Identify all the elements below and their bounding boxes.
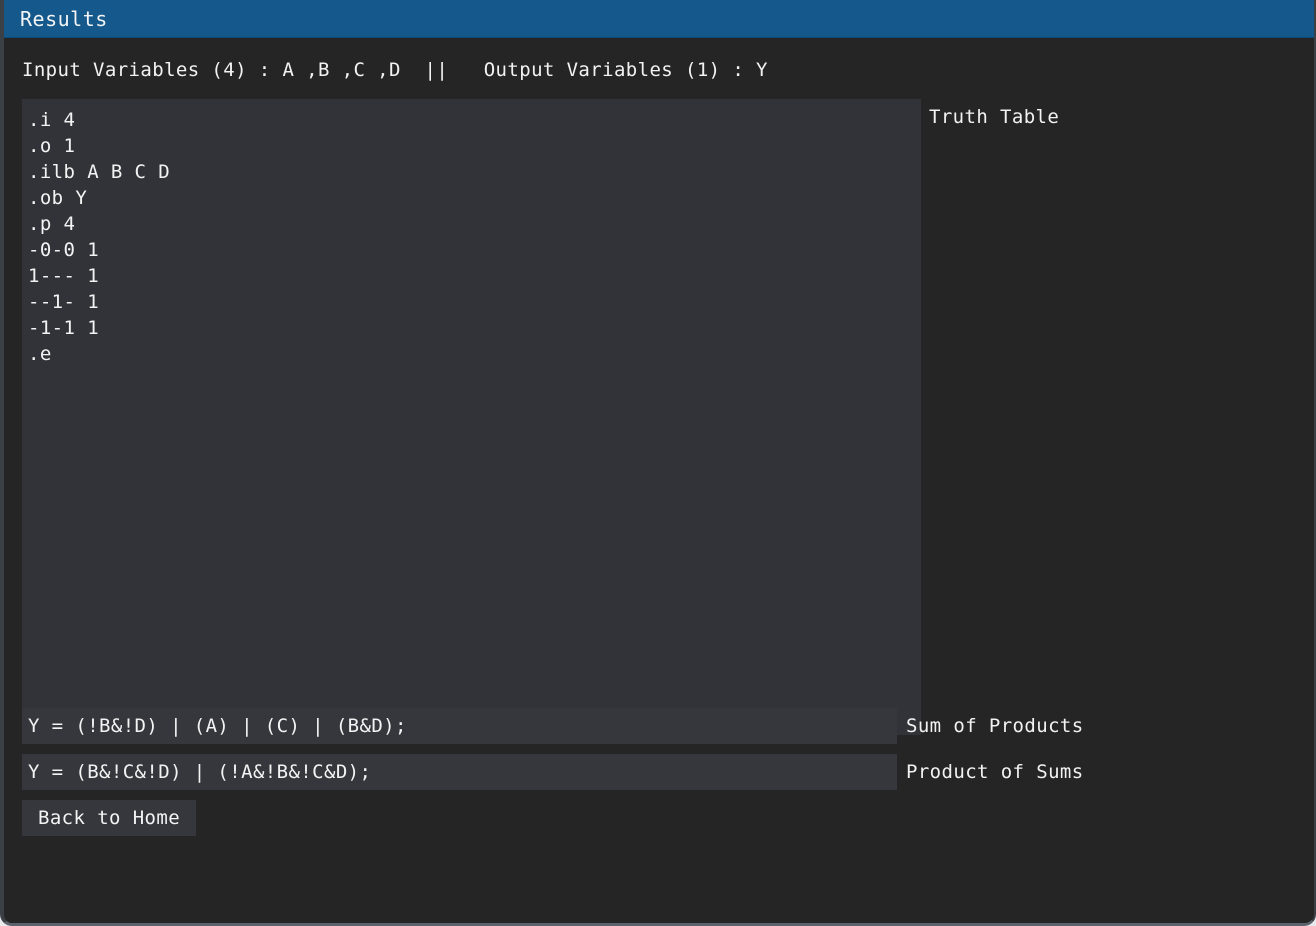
variable-summary-label: Input Variables (4) : A ,B ,C ,D || Outp… <box>22 59 768 81</box>
window-title: Results <box>20 6 108 31</box>
truth-table-label: Truth Table <box>929 106 1060 128</box>
product-of-sums-row: Product of Sums <box>4 754 1314 790</box>
product-of-sums-input[interactable] <box>22 754 897 790</box>
window-titlebar: Results <box>4 0 1314 38</box>
content-area: Input Variables (4) : A ,B ,C ,D || Outp… <box>4 38 1314 923</box>
product-of-sums-label: Product of Sums <box>906 761 1084 783</box>
sum-of-products-label: Sum of Products <box>906 715 1084 737</box>
back-to-home-button[interactable]: Back to Home <box>22 800 197 836</box>
sum-of-products-input[interactable] <box>22 708 897 744</box>
sum-of-products-row: Sum of Products <box>4 708 1314 744</box>
truth-table-textarea[interactable] <box>22 99 921 735</box>
results-window: Results Input Variables (4) : A ,B ,C ,D… <box>0 0 1316 926</box>
desktop-backdrop: Results Input Variables (4) : A ,B ,C ,D… <box>0 0 1316 926</box>
